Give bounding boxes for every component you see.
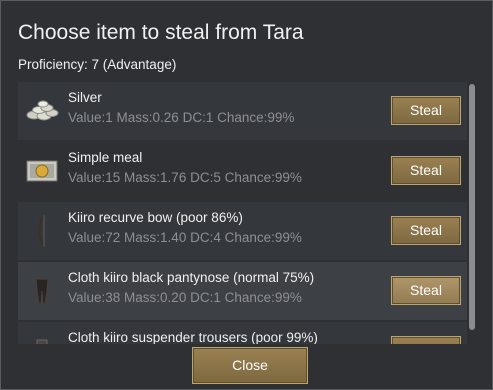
simple-meal-icon	[22, 151, 62, 191]
item-stats: Value:1 Mass:0.26 DC:1 Chance:99%	[68, 110, 295, 125]
steal-button[interactable]: Steal	[391, 96, 461, 125]
pantyhose-icon	[22, 271, 62, 311]
steal-button[interactable]: Steal	[391, 276, 461, 305]
item-stats: Value:38 Mass:0.20 DC:1 Chance:99%	[68, 290, 302, 305]
item-name: Cloth kiiro black pantynose (normal 75%)	[68, 270, 315, 285]
close-button[interactable]: Close	[192, 347, 308, 384]
item-name: Silver	[68, 90, 102, 105]
list-item: Simple meal Value:15 Mass:1.76 DC:5 Chan…	[18, 142, 467, 200]
item-stats: Value:15 Mass:1.76 DC:5 Chance:99%	[68, 170, 302, 185]
item-name: Cloth kiiro suspender trousers (poor 99%…	[68, 330, 318, 344]
list-scrollbar[interactable]	[469, 84, 475, 330]
list-item: Silver Value:1 Mass:0.26 DC:1 Chance:99%…	[18, 82, 467, 140]
proficiency-label: Proficiency: 7 (Advantage)	[18, 57, 177, 72]
item-list[interactable]: Silver Value:1 Mass:0.26 DC:1 Chance:99%…	[18, 82, 467, 344]
list-item: Cloth kiiro suspender trousers (poor 99%…	[18, 322, 467, 344]
steal-button[interactable]: Steal	[391, 156, 461, 185]
steal-button[interactable]: Steal	[391, 336, 461, 344]
dialog-title: Choose item to steal from Tara	[18, 21, 304, 44]
item-name: Simple meal	[68, 150, 143, 165]
item-stats: Value:72 Mass:1.40 DC:4 Chance:99%	[68, 230, 302, 245]
list-item: Cloth kiiro black pantynose (normal 75%)…	[18, 262, 467, 320]
silver-coins-icon	[22, 91, 62, 131]
item-name: Kiiro recurve bow (poor 86%)	[68, 210, 243, 225]
list-item: Kiiro recurve bow (poor 86%) Value:72 Ma…	[18, 202, 467, 260]
trousers-icon	[22, 331, 62, 344]
steal-dialog: Choose item to steal from Tara Proficien…	[0, 0, 493, 390]
recurve-bow-icon	[22, 211, 62, 251]
steal-button[interactable]: Steal	[391, 216, 461, 245]
